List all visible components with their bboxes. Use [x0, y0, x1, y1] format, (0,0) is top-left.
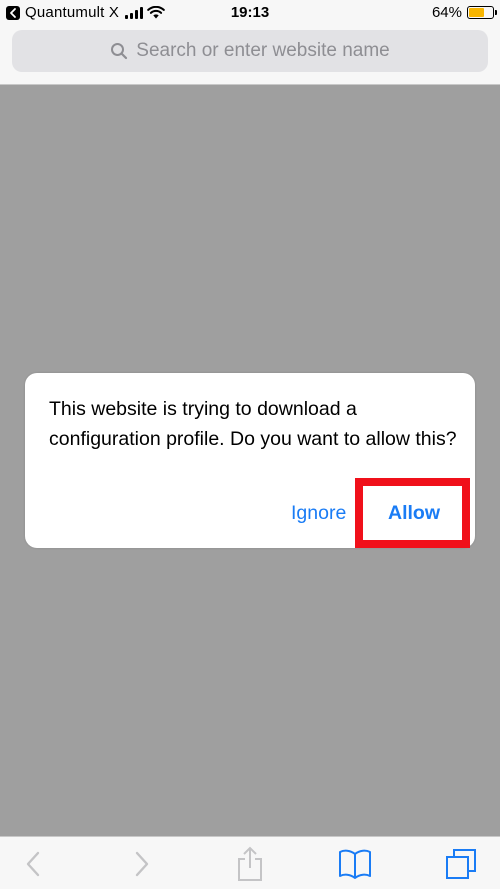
forward-chevron-icon	[135, 851, 149, 877]
back-button[interactable]	[16, 847, 50, 881]
alert-message: This website is trying to download a con…	[49, 398, 457, 450]
allow-button[interactable]: Allow	[388, 502, 440, 525]
status-bar: Quantumult X 19:13 64%	[0, 0, 500, 26]
status-right: 64%	[431, 4, 497, 21]
search-icon	[111, 43, 128, 60]
bookmarks-icon	[339, 849, 371, 879]
forward-button[interactable]	[125, 847, 159, 881]
battery-tip	[495, 10, 497, 15]
battery-percentage: 64%	[431, 4, 462, 21]
share-icon	[238, 846, 262, 881]
back-chevron-icon	[26, 851, 40, 877]
battery-fill	[469, 8, 484, 17]
battery-icon	[467, 6, 497, 19]
share-button[interactable]	[233, 846, 267, 881]
search-input[interactable]: Search or enter website name	[12, 30, 488, 72]
status-time: 19:13	[230, 4, 270, 21]
bottom-toolbar	[0, 836, 500, 889]
tabs-icon	[446, 849, 476, 879]
search-placeholder: Search or enter website name	[136, 40, 390, 61]
address-bar-container: Search or enter website name	[0, 26, 500, 85]
tabs-button[interactable]	[444, 847, 478, 881]
download-profile-alert: This website is trying to download a con…	[25, 373, 475, 548]
bookmarks-button[interactable]	[338, 847, 372, 881]
ignore-button[interactable]: Ignore	[291, 502, 346, 525]
